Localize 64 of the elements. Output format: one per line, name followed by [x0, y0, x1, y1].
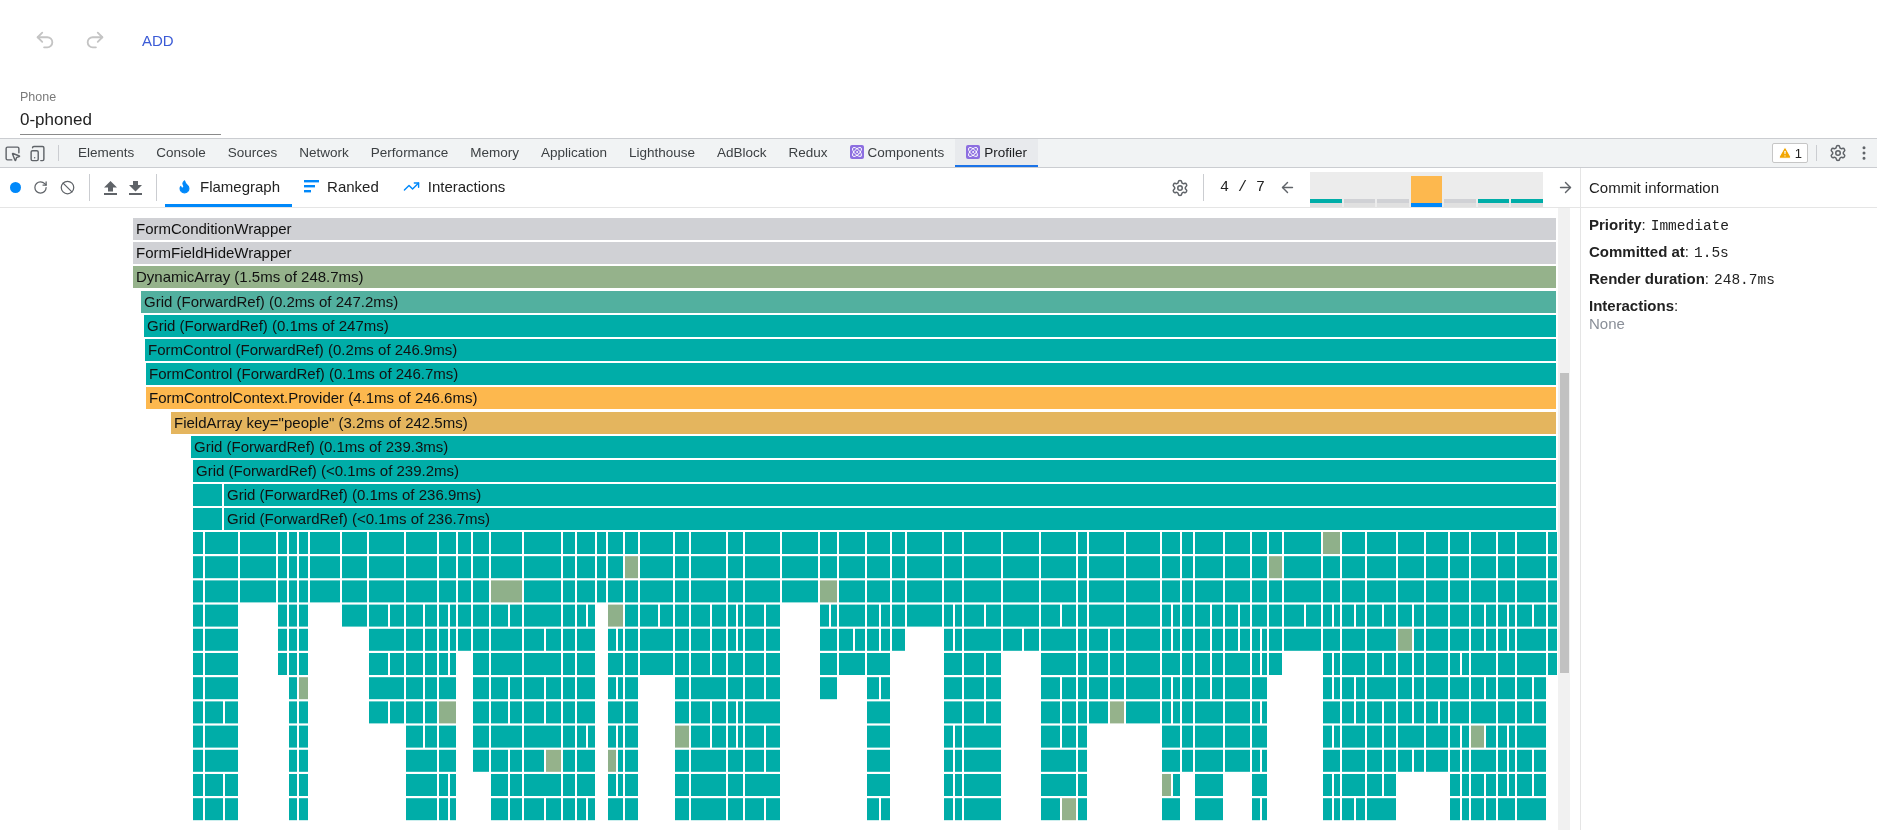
panel-title: Commit information: [1581, 168, 1877, 208]
previous-commit-icon[interactable]: [1279, 179, 1296, 196]
redo-icon: [84, 29, 106, 51]
react-icon: [966, 145, 981, 159]
download-icon[interactable]: [129, 180, 142, 195]
flamegraph-bar[interactable]: Grid (ForwardRef) (<0.1ms of 239.2ms): [193, 459, 1556, 482]
flamegraph-bar[interactable]: DynamicArray (1.5ms of 248.7ms): [133, 266, 1556, 289]
flamegraph-bar[interactable]: [193, 508, 222, 531]
flamegraph-bar[interactable]: FormFieldHideWrapper: [133, 242, 1556, 265]
warning-icon: [1777, 146, 1792, 160]
upload-icon[interactable]: [104, 180, 117, 195]
phone-field[interactable]: Phone 0-phoned: [20, 90, 221, 135]
react-icon: [849, 145, 864, 159]
inspect-icon[interactable]: [4, 144, 21, 162]
settings-icon[interactable]: [1171, 178, 1189, 197]
field-label: Interactions:: [1589, 297, 1680, 314]
flame-icon: [177, 178, 192, 194]
undo-icon: [34, 29, 56, 51]
ranked-icon: [304, 179, 320, 193]
flamegraph-bar[interactable]: [193, 484, 222, 507]
devtools-tab[interactable]: Application: [529, 139, 618, 167]
flamegraph-bar[interactable]: FormControlContext.Provider (4.1ms of 246.6ms): [146, 387, 1556, 410]
view-tab[interactable]: Interactions: [390, 168, 518, 207]
flamegraph-bar[interactable]: FormControl (ForwardRef) (0.2ms of 246.9ms): [145, 338, 1556, 361]
flamegraph-bar[interactable]: FieldArray key="people" (3.2ms of 242.5ms): [171, 411, 1556, 434]
field-value: Immediate: [1650, 218, 1729, 234]
flamegraph-bar[interactable]: Grid (ForwardRef) (0.1ms of 239.3ms): [191, 435, 1556, 458]
devtools-tab[interactable]: Lighthouse: [617, 139, 707, 167]
warning-badge[interactable]: 1: [1771, 143, 1808, 163]
flamegraph-bar[interactable]: Grid (ForwardRef) (0.2ms of 247.2ms): [141, 290, 1556, 313]
flamegraph-bar[interactable]: FormControl (ForwardRef) (0.1ms of 246.7ms): [146, 363, 1556, 386]
flamegraph-bar[interactable]: Grid (ForwardRef) (0.1ms of 236.9ms): [224, 484, 1556, 507]
settings-icon[interactable]: [1829, 144, 1847, 162]
field-label: Render duration:: [1589, 270, 1709, 287]
record-icon[interactable]: [10, 182, 21, 193]
flamegraph-bar[interactable]: FormConditionWrapper: [133, 218, 1556, 240]
view-tab[interactable]: Ranked: [292, 168, 391, 207]
devtools-tab[interactable]: AdBlock: [706, 139, 778, 167]
devtools-tab[interactable]: Profiler: [955, 139, 1038, 167]
devtools-tab[interactable]: Components: [838, 139, 956, 167]
devtools-tab[interactable]: Redux: [777, 139, 839, 167]
reload-icon[interactable]: [33, 180, 48, 195]
devtools-tab[interactable]: Elements: [67, 139, 146, 167]
devtools-tab[interactable]: Console: [145, 139, 217, 167]
flamegraph-bar[interactable]: Grid (ForwardRef) (<0.1ms of 236.7ms): [224, 508, 1556, 531]
commit-position: 4 / 7: [1219, 178, 1266, 198]
scrollbar-thumb[interactable]: [1559, 373, 1569, 673]
devtools-tab[interactable]: Network: [288, 139, 360, 167]
scrollbar[interactable]: [1558, 208, 1570, 830]
flamegraph-bar[interactable]: Grid (ForwardRef) (0.1ms of 247ms): [144, 314, 1556, 337]
devtools-tab[interactable]: Memory: [459, 139, 530, 167]
field-value: 248.7ms: [1714, 272, 1775, 288]
field-label: Priority:: [1589, 216, 1646, 233]
devtools-tab[interactable]: Performance: [359, 139, 460, 167]
view-tab[interactable]: Flamegraph: [165, 168, 293, 207]
add-button[interactable]: ADD: [134, 25, 182, 55]
field-value: 1.5s: [1694, 245, 1729, 261]
devtools-tab[interactable]: Sources: [216, 139, 289, 167]
field-value: None: [1589, 315, 1626, 332]
device-toolbar-icon[interactable]: [29, 144, 46, 162]
next-commit-icon[interactable]: [1557, 179, 1574, 196]
warning-count: 1: [1794, 145, 1802, 161]
field-label: Committed at:: [1589, 243, 1689, 260]
clear-icon[interactable]: [60, 180, 75, 195]
